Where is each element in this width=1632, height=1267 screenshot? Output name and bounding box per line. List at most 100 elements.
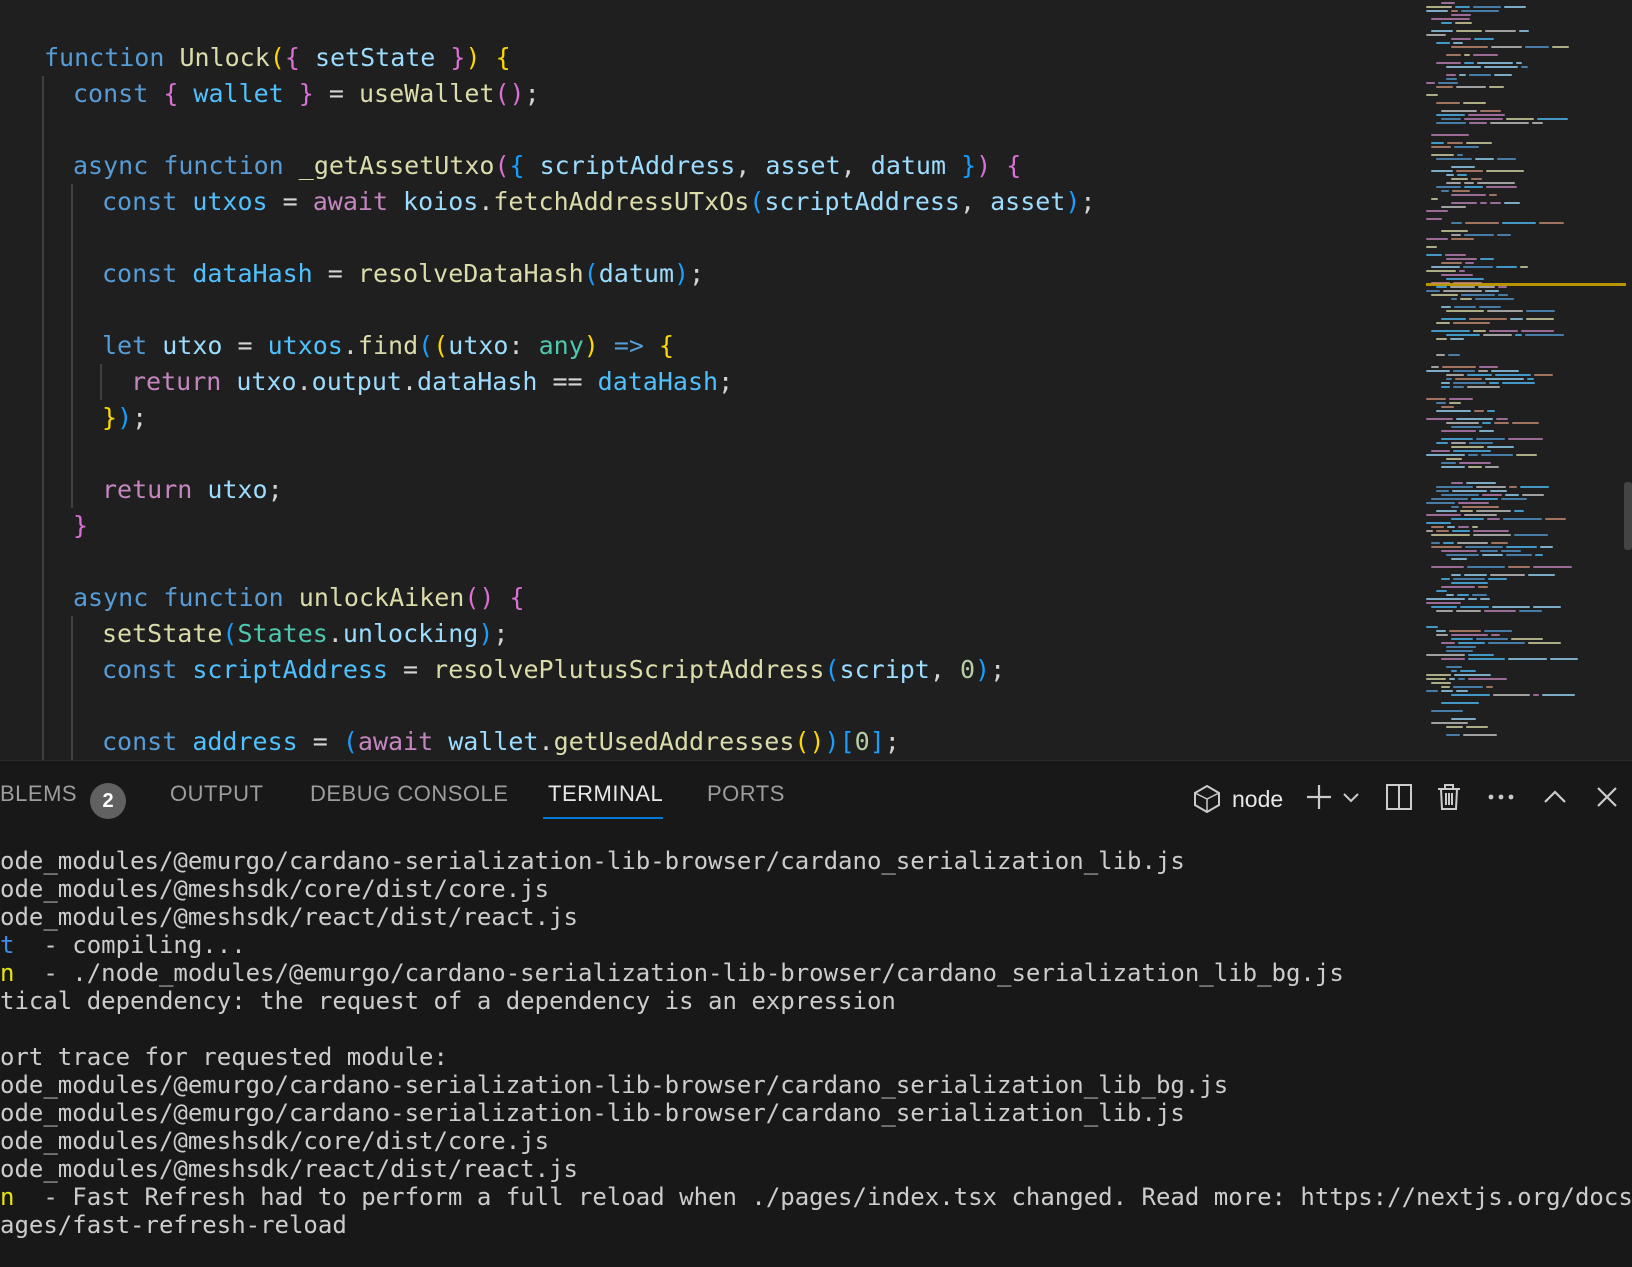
terminal-line: tical dependency: the request of a depen… [0, 987, 896, 1015]
minimap-line [1467, 386, 1500, 388]
code-line[interactable]: const { wallet } = useWallet(); [73, 76, 540, 112]
code-line[interactable]: async function _getAssetUtxo({ scriptAdd… [73, 148, 1021, 184]
code-token: . [401, 367, 418, 396]
minimap-line [1453, 386, 1464, 388]
code-line[interactable]: return utxo; [102, 472, 283, 508]
minimap-line [1431, 534, 1470, 536]
code-token: ( [222, 619, 238, 648]
code-token: ) [583, 331, 599, 360]
minimap-line [1482, 494, 1502, 496]
close-panel-button[interactable] [1592, 781, 1622, 817]
code-token: ; [267, 475, 283, 504]
minimap-line [1493, 694, 1530, 696]
minimap-line [1426, 514, 1461, 516]
code-token: resolvePlutusScriptAddress [433, 655, 825, 684]
minimap[interactable] [1424, 0, 1626, 742]
code-token: ; [132, 403, 148, 432]
code-editor[interactable]: function Unlock({ setState }) {const { w… [0, 0, 1632, 760]
tab-problems[interactable]: BLEMS [0, 781, 77, 807]
minimap-line [1436, 102, 1460, 104]
code-token: ; [1080, 187, 1096, 216]
minimap-line [1475, 158, 1494, 160]
code-token: utxos [192, 187, 268, 216]
minimap-line [1451, 222, 1462, 224]
minimap-line [1471, 498, 1498, 500]
code-line[interactable]: return utxo.output.dataHash == dataHash; [131, 364, 733, 400]
code-token: const [102, 259, 193, 288]
code-token: any [538, 331, 584, 360]
code-token: ) [465, 43, 481, 72]
minimap-line [1431, 18, 1470, 20]
minimap-line [1471, 178, 1482, 180]
code-line[interactable]: setState(States.unlocking); [102, 616, 508, 652]
minimap-line [1441, 386, 1450, 388]
minimap-line [1446, 334, 1480, 336]
minimap-line [1485, 378, 1524, 380]
minimap-line [1508, 438, 1543, 440]
code-line[interactable]: const address = (await wallet.getUsedAdd… [102, 724, 900, 760]
minimap-line [1426, 674, 1451, 676]
minimap-line [1456, 86, 1486, 88]
code-line[interactable]: function Unlock({ setState }) { [44, 40, 511, 76]
terminal-line: t - compiling... [0, 931, 246, 959]
tab-output[interactable]: OUTPUT [170, 781, 263, 807]
minimap-line [1468, 114, 1505, 116]
code-token: () [464, 583, 495, 612]
code-line[interactable]: let utxo = utxos.find((utxo: any) => { [102, 328, 674, 364]
editor-scrollbar[interactable] [1624, 482, 1632, 550]
code-line[interactable]: const dataHash = resolveDataHash(datum); [102, 256, 704, 292]
minimap-line [1431, 366, 1439, 368]
minimap-line [1431, 526, 1444, 528]
minimap-line [1497, 234, 1511, 236]
terminal-launch-profile-button[interactable] [1340, 781, 1362, 817]
code-token: const [102, 727, 193, 756]
maximize-panel-button[interactable] [1540, 781, 1570, 817]
minimap-line [1452, 490, 1487, 492]
minimap-line [1468, 466, 1482, 468]
minimap-line [1426, 522, 1451, 524]
code-token: ) [674, 259, 690, 288]
terminal-line: ode_modules/@meshsdk/core/dist/core.js [0, 875, 549, 903]
terminal-shell-icon [1192, 784, 1222, 814]
tab-terminal[interactable]: TERMINAL [548, 781, 663, 807]
minimap-line [1520, 486, 1549, 488]
new-terminal-button[interactable] [1304, 781, 1334, 817]
minimap-line [1441, 110, 1477, 112]
minimap-line [1441, 462, 1456, 464]
code-line[interactable]: const scriptAddress = resolvePlutusScrip… [102, 652, 1005, 688]
minimap-line [1426, 530, 1433, 532]
split-terminal-button[interactable] [1384, 781, 1414, 817]
minimap-line [1526, 318, 1554, 320]
bottom-panel: BLEMS 2 OUTPUT DEBUG CONSOLE TERMINAL PO… [0, 760, 1632, 1267]
code-token: asset [990, 187, 1066, 216]
code-token: . [296, 367, 312, 396]
code-line[interactable]: const utxos = await koios.fetchAddressUT… [102, 184, 1095, 220]
code-token: fetchAddressUTxOs [493, 187, 750, 216]
minimap-line [1525, 46, 1549, 48]
terminal-text: tical dependency: the request of a depen… [0, 987, 896, 1015]
tab-debug-console[interactable]: DEBUG CONSOLE [310, 781, 508, 807]
minimap-line [1441, 190, 1449, 192]
minimap-line [1482, 422, 1491, 424]
minimap-line [1450, 286, 1475, 288]
more-actions-button[interactable] [1486, 781, 1516, 817]
code-line[interactable]: }); [102, 400, 147, 436]
tab-ports[interactable]: PORTS [707, 781, 785, 807]
code-token: dataHash [417, 367, 538, 396]
minimap-line [1550, 658, 1578, 660]
minimap-line [1446, 734, 1460, 736]
terminal-selector[interactable]: node [1192, 781, 1283, 817]
code-line[interactable]: } [73, 508, 88, 544]
minimap-line [1436, 354, 1445, 356]
minimap-line [1441, 382, 1450, 384]
code-line[interactable]: async function unlockAiken() { [73, 580, 525, 616]
minimap-line [1441, 578, 1450, 580]
code-token: await [357, 727, 449, 756]
code-token: wallet [448, 727, 539, 756]
minimap-line [1463, 734, 1497, 736]
minimap-line [1481, 454, 1513, 456]
code-token: { [495, 43, 511, 72]
minimap-line [1441, 550, 1477, 552]
kill-terminal-button[interactable] [1434, 781, 1464, 817]
